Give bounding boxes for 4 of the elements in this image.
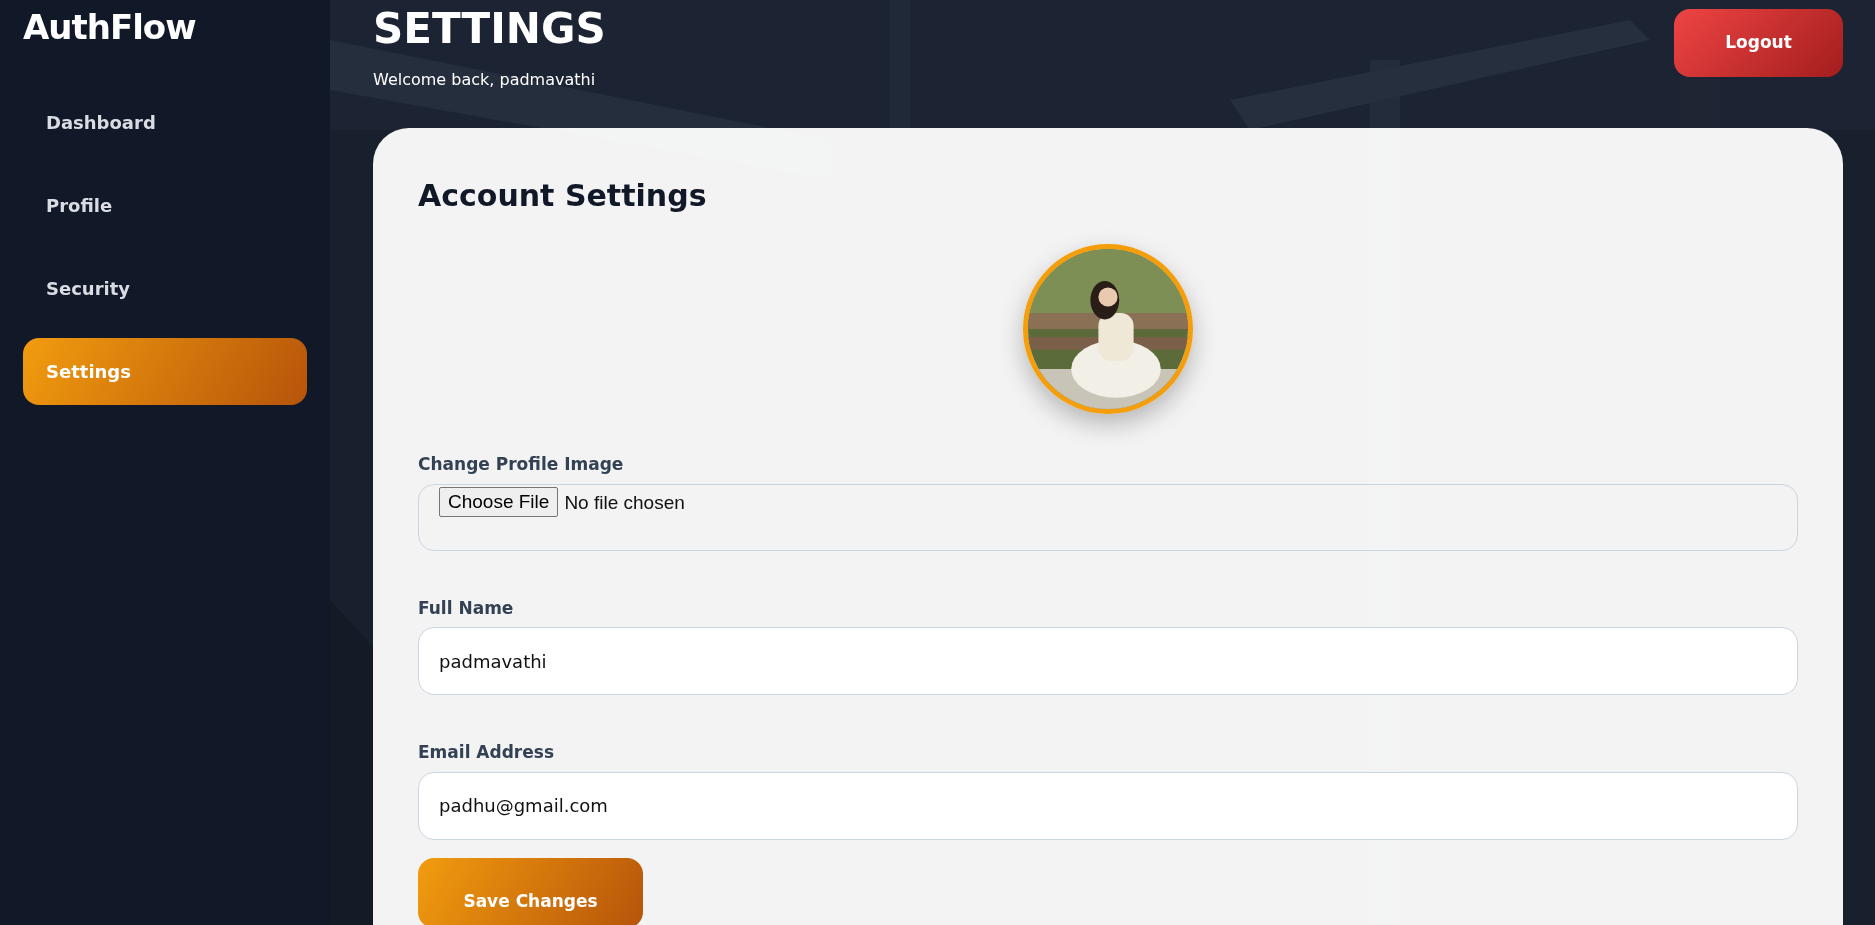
sidebar-item[interactable]: Profile — [23, 172, 307, 239]
brand-logo: AuthFlow — [23, 6, 196, 49]
sidebar-item[interactable]: Dashboard — [23, 89, 307, 156]
sidebar-item[interactable]: Security — [23, 255, 307, 322]
